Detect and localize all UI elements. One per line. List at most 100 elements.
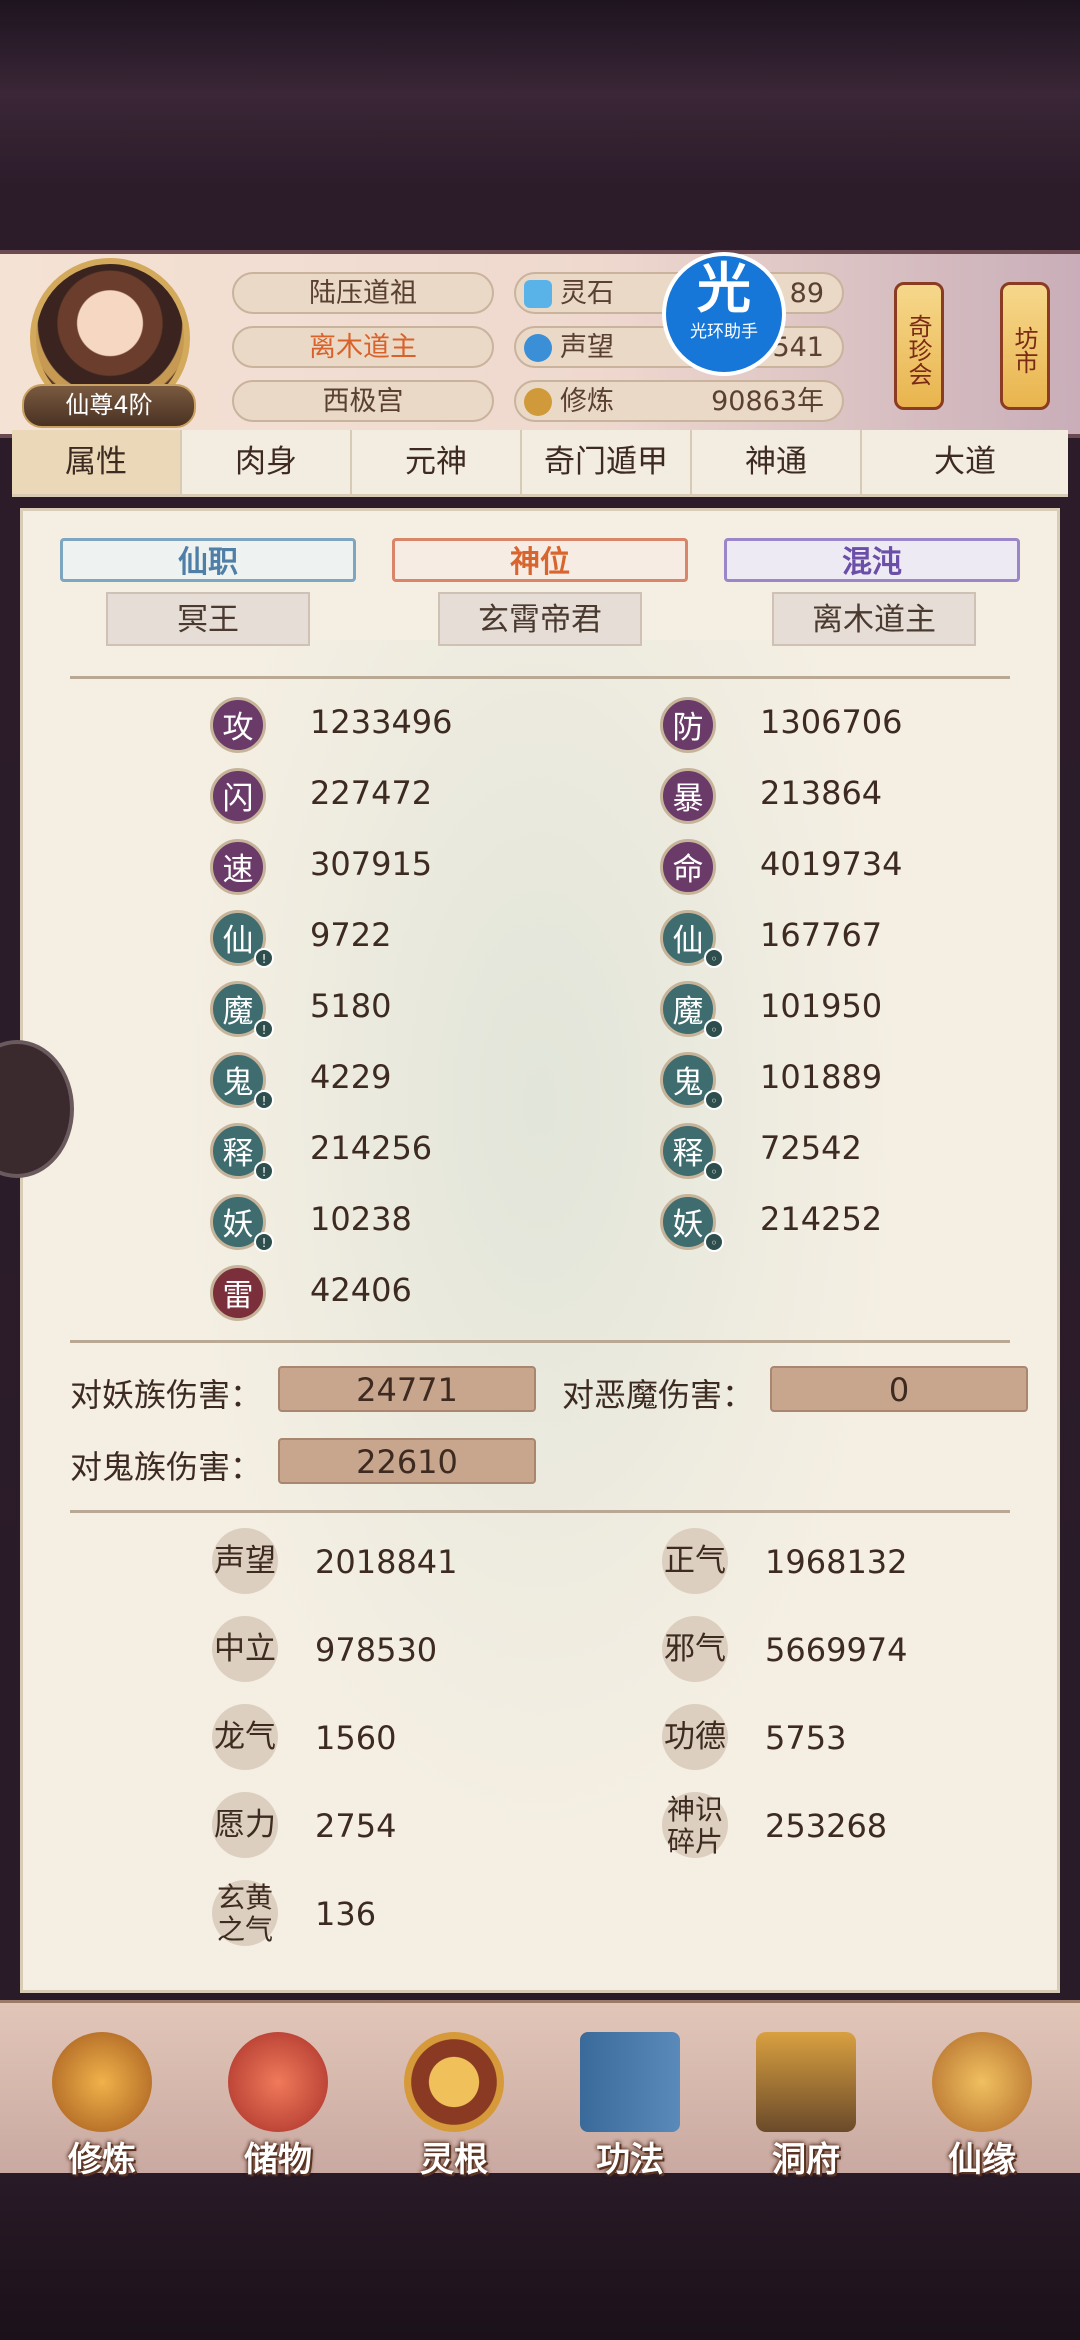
monk-icon xyxy=(52,2032,152,2132)
righteous-qi-value: 1968132 xyxy=(765,1543,908,1581)
stat-value: 1233496 xyxy=(310,703,453,741)
stat-demon-defense: 魔 ◦ 101950 xyxy=(660,981,1000,1039)
thunder-badge: 雷 xyxy=(210,1265,266,1321)
spirit-stone-icon xyxy=(524,280,552,308)
ribbon-chaos: 混沌 xyxy=(724,538,1020,582)
damage-vs-monster-label: 对妖族伤害： xyxy=(70,1376,263,1414)
building-icon xyxy=(756,2032,856,2132)
title-pill-2[interactable]: 离木道主 xyxy=(232,326,494,368)
title-pill-3[interactable]: 西极宫 xyxy=(232,380,494,422)
tab-dao[interactable]: 大道 xyxy=(862,430,1068,494)
stat-demon-attack: 魔 ! 5180 xyxy=(210,981,510,1039)
shield-mark-icon: ◦ xyxy=(704,1232,724,1252)
divine-rank-value: 玄霄帝君 xyxy=(438,592,642,646)
helper-glyph: 光 xyxy=(697,257,751,320)
nav-label: 仙缘 xyxy=(948,2140,1016,2180)
neutral-badge: 中立 xyxy=(212,1616,278,1682)
wish-power-badge: 愿力 xyxy=(212,1792,278,1858)
nav-cave[interactable]: 洞府 xyxy=(726,2020,886,2180)
resource-value: 90863年 xyxy=(711,386,824,417)
dragon-qi-value: 1560 xyxy=(315,1719,397,1757)
stat-value: 213864 xyxy=(760,774,883,812)
player-rank-badge: 仙尊4阶 xyxy=(22,384,196,428)
stat-health: 命 4019734 xyxy=(660,839,1000,895)
tab-powers[interactable]: 神通 xyxy=(692,430,862,494)
stat-defense: 防 1306706 xyxy=(660,697,1000,753)
stat-value: 101889 xyxy=(760,1058,883,1096)
evil-qi-badge: 邪气 xyxy=(662,1616,728,1682)
dodge-badge: 闪 xyxy=(210,768,266,824)
nav-spirit-root[interactable]: 灵根 xyxy=(374,2020,534,2180)
tab-qimen[interactable]: 奇门遁甲 xyxy=(522,430,692,494)
attack-mark-icon: ! xyxy=(254,1232,274,1252)
righteous-qi-badge: 正气 xyxy=(662,1528,728,1594)
divider xyxy=(70,1510,1010,1513)
evil-qi-value: 5669974 xyxy=(765,1631,908,1669)
stat-value: 214256 xyxy=(310,1129,433,1167)
stat-monster-defense: 妖 ◦ 214252 xyxy=(660,1194,1000,1252)
bag-icon xyxy=(228,2032,328,2132)
tab-body[interactable]: 肉身 xyxy=(182,430,352,494)
stat-immortal-defense: 仙 ◦ 167767 xyxy=(660,910,1000,968)
helper-overlay-button[interactable]: 光 光环助手 xyxy=(662,252,786,376)
attack-mark-icon: ! xyxy=(254,948,274,968)
tab-bar: 属性 肉身 元神 奇门遁甲 神通 大道 xyxy=(12,430,1068,497)
shield-mark-icon: ◦ xyxy=(704,948,724,968)
chaos-value: 离木道主 xyxy=(772,592,976,646)
stat-value: 167767 xyxy=(760,916,883,954)
soul-fragment-badge: 神识碎片 xyxy=(662,1792,728,1858)
stat-ghost-defense: 鬼 ◦ 101889 xyxy=(660,1052,1000,1110)
merit-badge: 功德 xyxy=(662,1704,728,1770)
xuanhuang-qi-value: 136 xyxy=(315,1895,377,1933)
market-lantern[interactable]: 坊市 xyxy=(1000,282,1050,410)
stat-value: 4229 xyxy=(310,1058,392,1096)
ribbon-immortal-post: 仙职 xyxy=(60,538,356,582)
nav-label: 洞府 xyxy=(772,2140,840,2180)
title-pill-1[interactable]: 陆压道祖 xyxy=(232,272,494,314)
stat-buddha-attack: 释 ! 214256 xyxy=(210,1123,510,1181)
nav-fate[interactable]: 仙缘 xyxy=(902,2020,1062,2180)
nav-techniques[interactable]: 功法 xyxy=(550,2020,710,2180)
damage-vs-ghost-label: 对鬼族伤害： xyxy=(70,1448,263,1486)
tab-attributes[interactable]: 属性 xyxy=(12,430,182,494)
stat-thunder: 雷 42406 xyxy=(210,1265,510,1321)
stat-value: 227472 xyxy=(310,774,433,812)
helper-label: 光环助手 xyxy=(690,322,758,342)
stat-value: 214252 xyxy=(760,1200,883,1238)
damage-vs-demon-value: 0 xyxy=(770,1366,1028,1412)
stat-buddha-defense: 释 ◦ 72542 xyxy=(660,1123,1000,1181)
divider xyxy=(70,676,1010,679)
gourd-icon xyxy=(932,2032,1032,2132)
stat-value: 72542 xyxy=(760,1129,862,1167)
damage-vs-monster-value: 24771 xyxy=(278,1366,536,1412)
stat-crit: 暴 213864 xyxy=(660,768,1000,824)
book-icon xyxy=(580,2032,680,2132)
crit-badge: 暴 xyxy=(660,768,716,824)
stat-monster-attack: 妖 ! 10238 xyxy=(210,1194,510,1252)
speed-badge: 速 xyxy=(210,839,266,895)
soul-fragment-value: 253268 xyxy=(765,1807,888,1845)
dragon-qi-badge: 龙气 xyxy=(212,1704,278,1770)
nav-cultivate[interactable]: 修炼 xyxy=(22,2020,182,2180)
resource-label: 声望 xyxy=(560,332,614,363)
resource-label: 修炼 xyxy=(560,386,614,417)
tab-spirit[interactable]: 元神 xyxy=(352,430,522,494)
treasure-shop-lantern[interactable]: 奇珍会 xyxy=(894,282,944,410)
defense-badge: 防 xyxy=(660,697,716,753)
cultivation-icon xyxy=(524,388,552,416)
attack-badge: 攻 xyxy=(210,697,266,753)
stat-dodge: 闪 227472 xyxy=(210,768,510,824)
stat-value: 9722 xyxy=(310,916,392,954)
shield-mark-icon: ◦ xyxy=(704,1019,724,1039)
attack-mark-icon: ! xyxy=(254,1090,274,1110)
nav-storage[interactable]: 储物 xyxy=(198,2020,358,2180)
stat-value: 1306706 xyxy=(760,703,903,741)
stat-immortal-attack: 仙 ! 9722 xyxy=(210,910,510,968)
nav-label: 修炼 xyxy=(68,2140,136,2180)
spirit-root-icon xyxy=(404,2032,504,2132)
wish-power-value: 2754 xyxy=(315,1807,397,1845)
reputation-icon xyxy=(524,334,552,362)
stat-value: 307915 xyxy=(310,845,433,883)
resource-label: 灵石 xyxy=(560,278,614,309)
attack-mark-icon: ! xyxy=(254,1019,274,1039)
